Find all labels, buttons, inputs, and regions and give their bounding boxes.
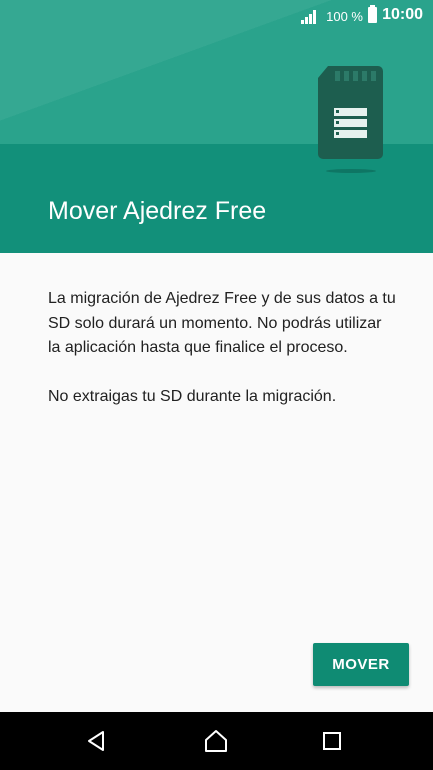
- warning-paragraph: No extraigas tu SD durante la migración.: [48, 387, 337, 405]
- header: 100 % 10:00 Mover Ajedrez Free: [0, 0, 433, 253]
- description-paragraph: La migración de Ajedrez Free y de sus da…: [48, 290, 396, 356]
- clock: 10:00: [382, 6, 423, 23]
- sd-card-shadow: [326, 169, 376, 173]
- signal-icon: [301, 8, 319, 24]
- recents-icon[interactable]: [314, 726, 350, 756]
- battery-percent: 100 %: [326, 9, 363, 24]
- move-button[interactable]: MOVER: [313, 643, 409, 686]
- navigation-bar: [0, 712, 433, 770]
- migration-description: La migración de Ajedrez Free y de sus da…: [48, 287, 398, 409]
- status-bar: 100 % 10:00: [0, 0, 433, 32]
- home-icon[interactable]: [198, 726, 234, 756]
- battery-icon: [368, 5, 377, 23]
- sd-card-icon: [318, 66, 383, 159]
- page-title: Mover Ajedrez Free: [48, 197, 267, 225]
- back-icon[interactable]: [78, 726, 114, 756]
